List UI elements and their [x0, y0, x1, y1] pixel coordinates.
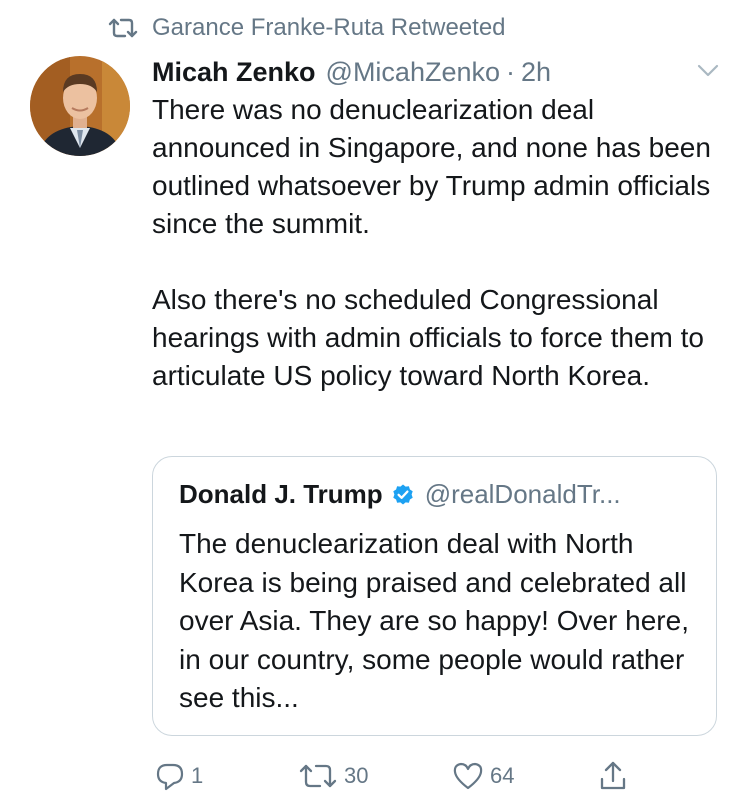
retweet-attribution[interactable]: Garance Franke-Ruta Retweeted	[108, 12, 506, 44]
author-name[interactable]: Micah Zenko	[152, 57, 316, 88]
retweet-icon	[108, 18, 138, 38]
quoted-author-handle: @realDonaldTr...	[424, 479, 621, 509]
chevron-down-icon[interactable]	[696, 62, 720, 78]
author-handle[interactable]: @MicahZenko	[326, 57, 500, 88]
retweet-icon	[299, 764, 337, 788]
like-button[interactable]: 64	[452, 758, 514, 794]
retweet-count: 30	[344, 763, 369, 788]
reply-count: 1	[191, 763, 204, 788]
retweet-button[interactable]: 30	[298, 758, 368, 794]
quoted-tweet-header: Donald J. Trump @realDonaldTr...	[179, 479, 700, 510]
verified-badge-icon	[392, 484, 413, 504]
avatar[interactable]	[30, 56, 130, 156]
quoted-author-name: Donald J. Trump	[179, 479, 383, 509]
tweet-actions: 1 30 64	[152, 758, 720, 794]
tweet-text: There was no denuclearization deal annou…	[152, 94, 711, 391]
reply-icon	[156, 763, 184, 791]
tweet-header: Micah Zenko @MicahZenko · 2h	[152, 52, 720, 92]
heart-icon	[453, 762, 483, 790]
share-icon	[600, 761, 626, 790]
like-count: 64	[490, 763, 515, 788]
retweet-attribution-text: Garance Franke-Ruta Retweeted	[152, 14, 506, 41]
share-button[interactable]	[598, 758, 628, 794]
reply-button[interactable]: 1	[155, 758, 203, 794]
quoted-tweet[interactable]: Donald J. Trump @realDonaldTr... The den…	[152, 456, 717, 736]
tweet-timestamp[interactable]: 2h	[521, 57, 551, 88]
separator-dot: ·	[506, 56, 516, 87]
quoted-tweet-text: The denuclearization deal with North Kor…	[179, 528, 689, 713]
